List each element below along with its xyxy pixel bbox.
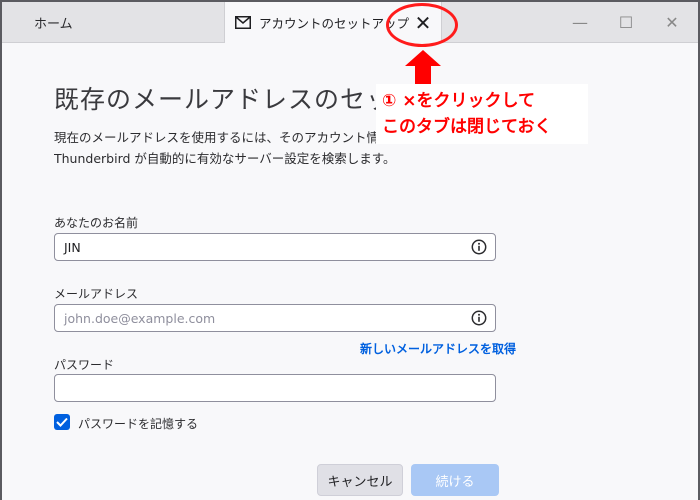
maximize-icon[interactable]: ☐ bbox=[614, 10, 638, 34]
mail-icon bbox=[235, 16, 251, 29]
annotation-line-2: このタブは閉じておく bbox=[382, 117, 552, 137]
checkmark-icon bbox=[56, 417, 68, 427]
window-frame-left bbox=[0, 0, 2, 500]
annotation-callout: ① ×をクリックして このタブは閉じておく bbox=[376, 84, 588, 144]
annotation-arrow-icon bbox=[405, 50, 441, 84]
password-field[interactable] bbox=[54, 374, 496, 402]
name-field-value: JIN bbox=[64, 239, 81, 255]
name-label: あなたのお名前 bbox=[54, 216, 139, 230]
name-field[interactable]: JIN bbox=[54, 233, 496, 261]
minimize-icon[interactable]: — bbox=[568, 10, 592, 34]
tab-home-label: ホーム bbox=[34, 16, 73, 32]
password-label: パスワード bbox=[54, 358, 115, 372]
tab-bar: ホーム アカウントのセットアップ ✕ — ☐ ✕ bbox=[2, 2, 698, 43]
description-line-2: Thunderbird が自動的に有効なサーバー設定を検索します。 bbox=[54, 151, 396, 166]
annotation-circle bbox=[386, 3, 458, 47]
info-icon[interactable] bbox=[471, 310, 487, 326]
info-icon[interactable] bbox=[471, 239, 487, 255]
remember-password-checkbox[interactable] bbox=[54, 414, 70, 430]
email-field[interactable]: john.doe@example.com bbox=[54, 304, 496, 332]
cancel-button[interactable]: キャンセル bbox=[317, 464, 403, 496]
email-field-placeholder: john.doe@example.com bbox=[64, 310, 216, 326]
remember-password-label: パスワードを記憶する bbox=[78, 417, 199, 431]
new-email-link[interactable]: 新しいメールアドレスを取得 bbox=[360, 340, 516, 357]
tab-home[interactable]: ホーム bbox=[2, 2, 222, 42]
page-title: 既存のメールアドレスのセットアップ bbox=[54, 85, 384, 114]
window-close-icon[interactable]: ✕ bbox=[660, 10, 684, 34]
annotation-line-1: ① ×をクリックして bbox=[382, 91, 536, 111]
continue-button[interactable]: 続ける bbox=[411, 464, 499, 496]
description-line-1: 現在のメールアドレスを使用するには、そのアカウント情報を記 bbox=[54, 130, 384, 145]
email-label: メールアドレス bbox=[54, 287, 139, 301]
